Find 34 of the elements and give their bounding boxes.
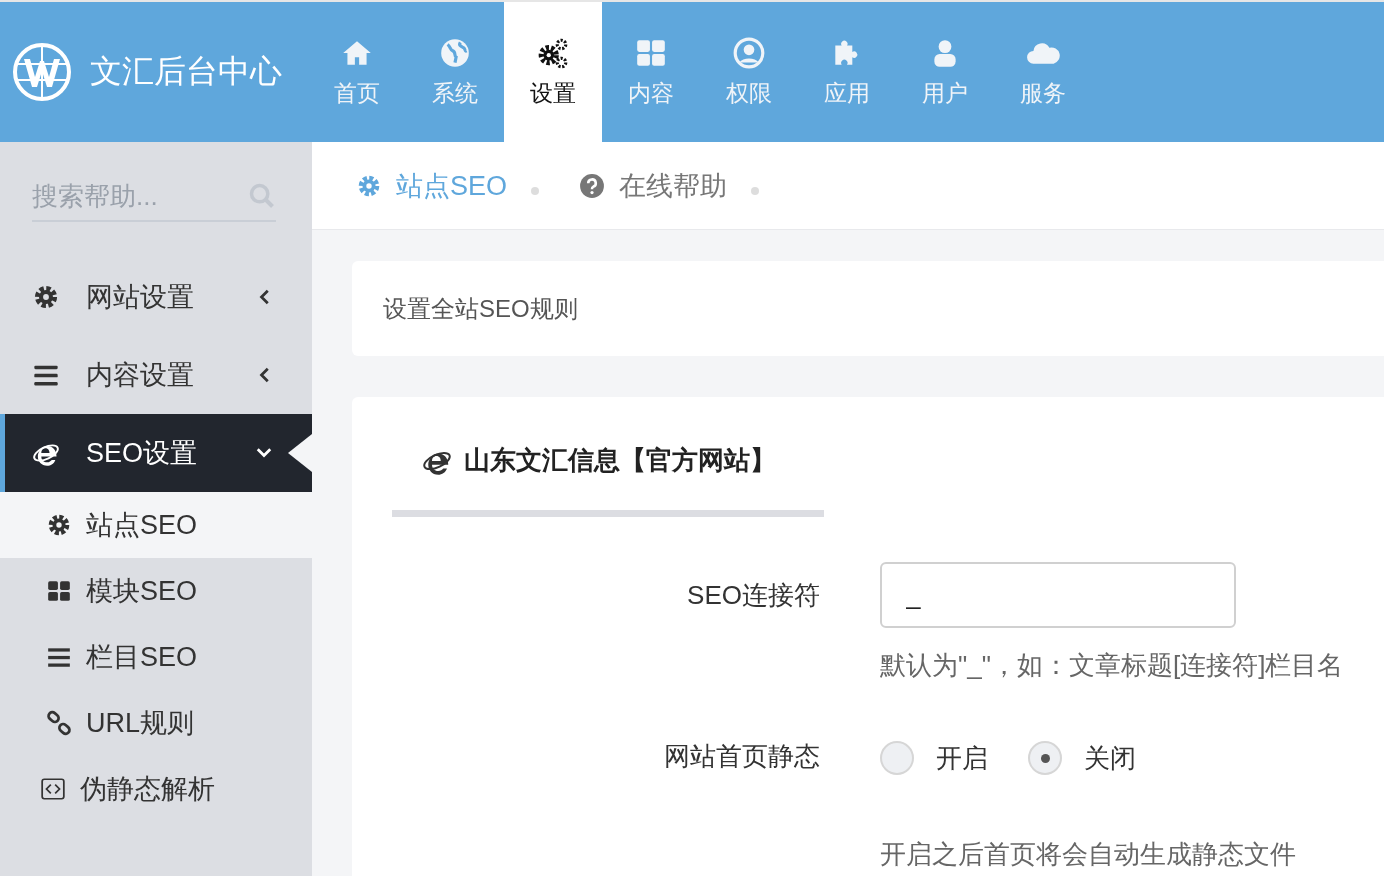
section-title: 山东文汇信息【官方网站】	[464, 444, 776, 477]
help-text: 默认为"_"，如：文章标题[连接符]栏目名	[880, 649, 1344, 682]
separator-dot	[751, 186, 760, 195]
help-icon	[579, 172, 606, 199]
user-circle-icon	[732, 35, 766, 70]
gear-icon	[46, 512, 72, 538]
code-icon	[40, 776, 66, 802]
gear-icon	[32, 283, 60, 311]
field-label: SEO连接符	[686, 579, 820, 612]
globe-w-logo-icon	[12, 42, 72, 102]
grid-icon	[46, 578, 72, 604]
sidebar-menu-item[interactable]: 内容设置	[0, 336, 312, 414]
sidebar-submenu-item[interactable]: 栏目SEO	[0, 624, 312, 690]
sidebar-submenu-item[interactable]: URL规则	[0, 690, 312, 756]
radio-button[interactable]	[880, 741, 914, 775]
sidebar-submenu-item[interactable]: 站点SEO	[0, 492, 312, 558]
sidebar-menu-item[interactable]: 网站设置	[0, 258, 312, 336]
radio-button[interactable]	[1028, 741, 1062, 775]
field-label: 网站首页静态	[663, 740, 820, 773]
page-tab[interactable]: 在线帮助	[579, 167, 760, 204]
page-description: 设置全站SEO规则	[383, 293, 578, 324]
app-title: 文汇后台中心	[90, 52, 282, 91]
search-icon	[248, 182, 276, 210]
radio-label[interactable]: 关闭	[1084, 740, 1136, 776]
nav-tab[interactable]: 设置	[504, 2, 602, 142]
sidebar-submenu-item[interactable]: 模块SEO	[0, 558, 312, 624]
sidebar-menu-item[interactable]: SEO设置	[0, 414, 312, 492]
text-input[interactable]: _	[880, 562, 1236, 628]
radio-label[interactable]: 开启	[936, 740, 988, 776]
sidebar-submenu-item[interactable]: 伪静态解析	[0, 756, 312, 822]
search-field[interactable]: 搜索帮助...	[32, 180, 248, 212]
link-icon	[46, 710, 72, 736]
help-text: 开启之后首页将会自动生成静态文件	[880, 838, 1296, 871]
separator-dot	[531, 186, 540, 195]
